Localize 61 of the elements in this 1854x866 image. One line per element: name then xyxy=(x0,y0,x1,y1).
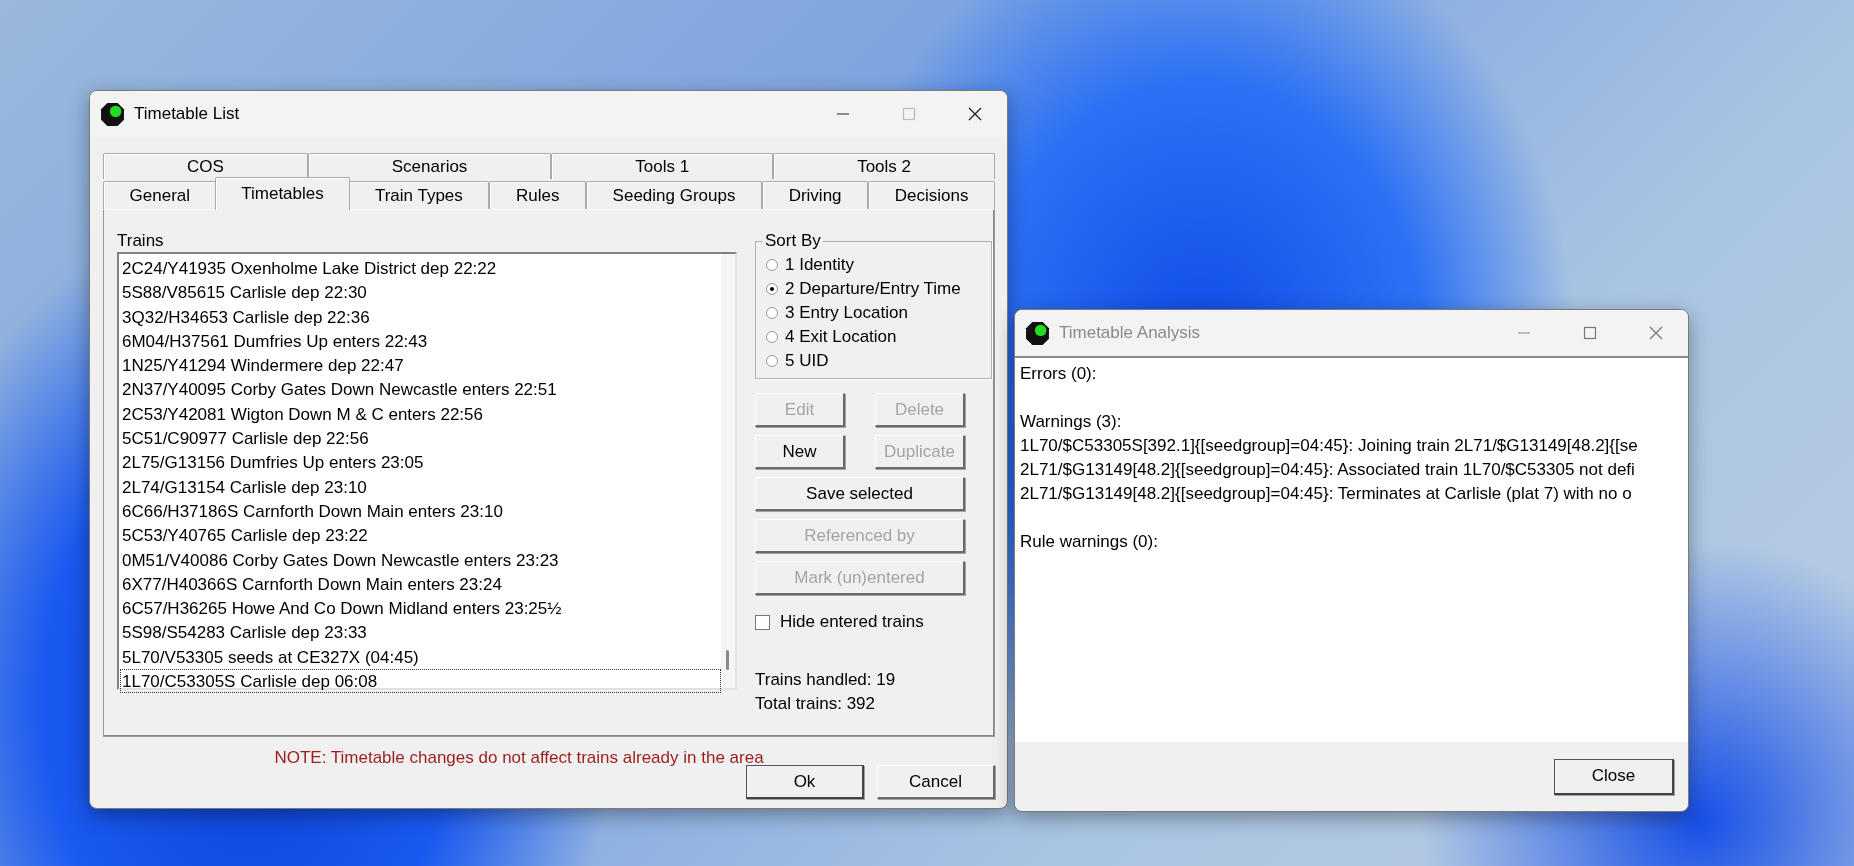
warning-line: 2L71/$G13149[48.2]{[seedgroup]=04:45}: Terminates at Carlisle (plat 7) with no o xyxy=(1020,483,1633,505)
radio-button[interactable] xyxy=(766,355,778,367)
tab[interactable]: Scenarios xyxy=(307,153,552,179)
radio-button[interactable] xyxy=(766,259,778,271)
trains-handled-text: Trains handled: 19 xyxy=(755,669,897,691)
button[interactable]: Cancel xyxy=(877,765,995,799)
tab[interactable]: Tools 2 xyxy=(773,153,995,179)
radio-label: 1 Identity xyxy=(785,254,854,276)
radio-label: 3 Entry Location xyxy=(785,302,908,324)
radio-label: 5 UID xyxy=(785,350,829,372)
tab[interactable]: Decisions xyxy=(868,181,996,210)
train-list-item[interactable]: 5L70/V53305 seeds at CE327X (04:45) xyxy=(120,644,721,670)
tab[interactable]: Tools 1 xyxy=(551,153,774,179)
tab[interactable]: Seeding Groups xyxy=(586,181,763,210)
close-button[interactable]: Close xyxy=(1554,758,1674,795)
tab[interactable]: Train Types xyxy=(348,181,490,210)
radio-button[interactable] xyxy=(766,331,778,343)
scrollbar[interactable] xyxy=(721,254,735,688)
tab[interactable]: Timetables xyxy=(214,177,351,210)
train-list-item[interactable]: 6M04/H37561 Dumfries Up enters 22:43 xyxy=(120,328,721,354)
tab[interactable]: Rules xyxy=(489,181,587,210)
train-list-item[interactable]: 3Q32/H34653 Carlisle dep 22:36 xyxy=(120,304,721,329)
tab[interactable]: General xyxy=(103,181,217,210)
app-icon xyxy=(1025,320,1050,346)
radio-button[interactable] xyxy=(766,283,778,295)
window-title: Timetable List xyxy=(134,104,240,124)
button[interactable]: Ok xyxy=(746,765,864,799)
button[interactable]: New xyxy=(755,435,845,469)
train-list-item[interactable]: 2C53/Y42081 Wigton Down M & C enters 22:56 xyxy=(120,401,721,427)
radio-button[interactable] xyxy=(766,307,778,319)
button[interactable]: Save selected xyxy=(755,477,965,511)
trains-label: Trains xyxy=(117,230,165,252)
window-title: Timetable Analysis xyxy=(1059,323,1201,343)
train-list-item[interactable]: 1L70/C53305S Carlisle dep 06:08 xyxy=(120,669,721,694)
train-list-item[interactable]: 2L74/G13154 Carlisle dep 23:10 xyxy=(120,474,721,499)
train-list-item[interactable]: 5C53/Y40765 Carlisle dep 23:22 xyxy=(120,523,721,548)
train-list-item[interactable]: 2N37/Y40095 Corby Gates Down Newcastle enters 22:51 xyxy=(120,377,721,402)
train-list-item[interactable]: 1N25/Y41294 Windermere dep 22:47 xyxy=(120,353,721,378)
train-list-item[interactable]: 5S98/S54283 Carlisle dep 23:33 xyxy=(120,620,721,645)
warning-line: 2L71/$G13149[48.2]{[seedgroup]=04:45}: Associated train 1L70/$C53305 not defi xyxy=(1020,459,1636,481)
train-list-item[interactable]: 6C57/H36265 Howe And Co Down Midland enters 23:25½ xyxy=(120,596,721,621)
train-list-item[interactable]: 2C24/Y41935 Oxenholme Lake District dep 22:22 xyxy=(120,256,721,281)
tab[interactable]: Driving xyxy=(762,181,869,210)
app-icon xyxy=(100,101,125,127)
train-list-item[interactable]: 0M51/V40086 Corby Gates Down Newcastle enters 23:23 xyxy=(120,547,721,572)
group-title: Sort By xyxy=(763,231,823,251)
train-list-item[interactable]: 6C66/H37186S Carnforth Down Main enters 23:10 xyxy=(120,498,721,524)
section-heading: Errors (0): xyxy=(1020,363,1098,385)
train-list-item[interactable]: 5C51/C90977 Carlisle dep 22:56 xyxy=(120,426,721,451)
radio-label: 2 Departure/Entry Time xyxy=(785,278,961,300)
total-trains-text: Total trains: 392 xyxy=(755,693,876,715)
train-list-item[interactable]: 5S88/V85615 Carlisle dep 22:30 xyxy=(120,280,721,305)
section-heading: Rule warnings (0): xyxy=(1020,531,1159,553)
warning-line: 1L70/$C53305S[392.1]{[seedgroup]=04:45}: Joining train 2L71/$G13149[48.2]{[se xyxy=(1020,435,1639,457)
train-list-item[interactable]: 2L75/G13156 Dumfries Up enters 23:05 xyxy=(120,450,721,475)
checkbox[interactable] xyxy=(755,614,770,630)
checkbox-label: Hide entered trains xyxy=(780,612,924,632)
tab[interactable]: COS xyxy=(103,153,308,179)
radio-label: 4 Exit Location xyxy=(785,326,897,348)
train-list-item[interactable]: 6X77/H40366S Carnforth Down Main enters 23:24 xyxy=(120,571,721,597)
section-heading: Warnings (3): xyxy=(1020,411,1123,433)
